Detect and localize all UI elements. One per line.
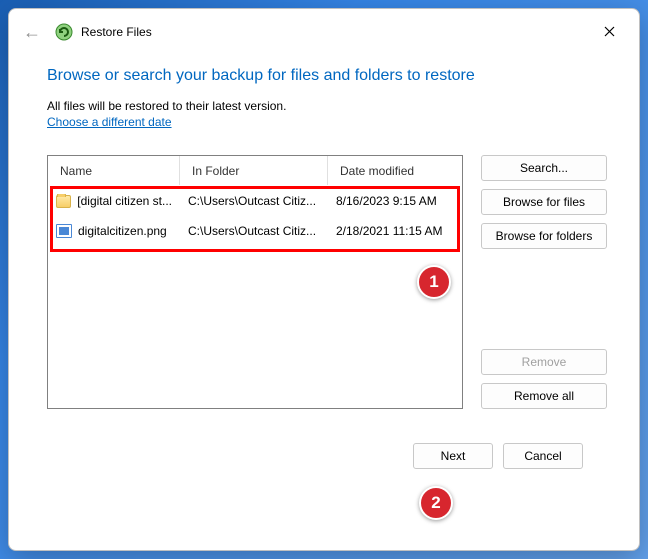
titlebar: ← Restore Files bbox=[9, 9, 639, 55]
restore-app-icon bbox=[55, 23, 73, 41]
remove-button[interactable]: Remove bbox=[481, 349, 607, 375]
search-button[interactable]: Search... bbox=[481, 155, 607, 181]
browse-files-button[interactable]: Browse for files bbox=[481, 189, 607, 215]
col-header-name[interactable]: Name bbox=[48, 156, 180, 185]
next-button[interactable]: Next bbox=[413, 443, 493, 469]
browse-folders-button[interactable]: Browse for folders bbox=[481, 223, 607, 249]
side-buttons: Search... Browse for files Browse for fo… bbox=[481, 155, 607, 409]
folder-icon bbox=[56, 195, 71, 208]
table-row[interactable]: [digital citizen st... C:\Users\Outcast … bbox=[48, 186, 462, 216]
back-arrow-icon[interactable]: ← bbox=[23, 22, 41, 43]
col-header-date[interactable]: Date modified bbox=[328, 156, 462, 185]
row-date: 8/16/2023 9:15 AM bbox=[328, 194, 462, 208]
file-list[interactable]: Name In Folder Date modified [digital ci… bbox=[47, 155, 463, 409]
table-row[interactable]: digitalcitizen.png C:\Users\Outcast Citi… bbox=[48, 216, 462, 246]
row-name: [digital citizen st... bbox=[77, 194, 172, 208]
content-area: Browse or search your backup for files a… bbox=[9, 55, 639, 550]
list-header: Name In Folder Date modified bbox=[48, 156, 462, 186]
row-name: digitalcitizen.png bbox=[78, 224, 167, 238]
row-date: 2/18/2021 11:15 AM bbox=[328, 224, 462, 238]
main-row: Name In Folder Date modified [digital ci… bbox=[47, 155, 607, 409]
close-button[interactable] bbox=[591, 17, 627, 45]
col-header-folder[interactable]: In Folder bbox=[180, 156, 328, 185]
restore-files-window: ← Restore Files Browse or search your ba… bbox=[8, 8, 640, 551]
subtext: All files will be restored to their late… bbox=[47, 99, 607, 113]
footer-buttons: Next Cancel bbox=[47, 443, 607, 489]
image-file-icon bbox=[56, 224, 72, 238]
choose-date-link[interactable]: Choose a different date bbox=[47, 115, 607, 129]
remove-all-button[interactable]: Remove all bbox=[481, 383, 607, 409]
list-rows: [digital citizen st... C:\Users\Outcast … bbox=[48, 186, 462, 246]
page-title: Browse or search your backup for files a… bbox=[47, 67, 607, 85]
row-folder: C:\Users\Outcast Citiz... bbox=[180, 224, 328, 238]
cancel-button[interactable]: Cancel bbox=[503, 443, 583, 469]
app-title: Restore Files bbox=[81, 25, 152, 39]
row-folder: C:\Users\Outcast Citiz... bbox=[180, 194, 328, 208]
